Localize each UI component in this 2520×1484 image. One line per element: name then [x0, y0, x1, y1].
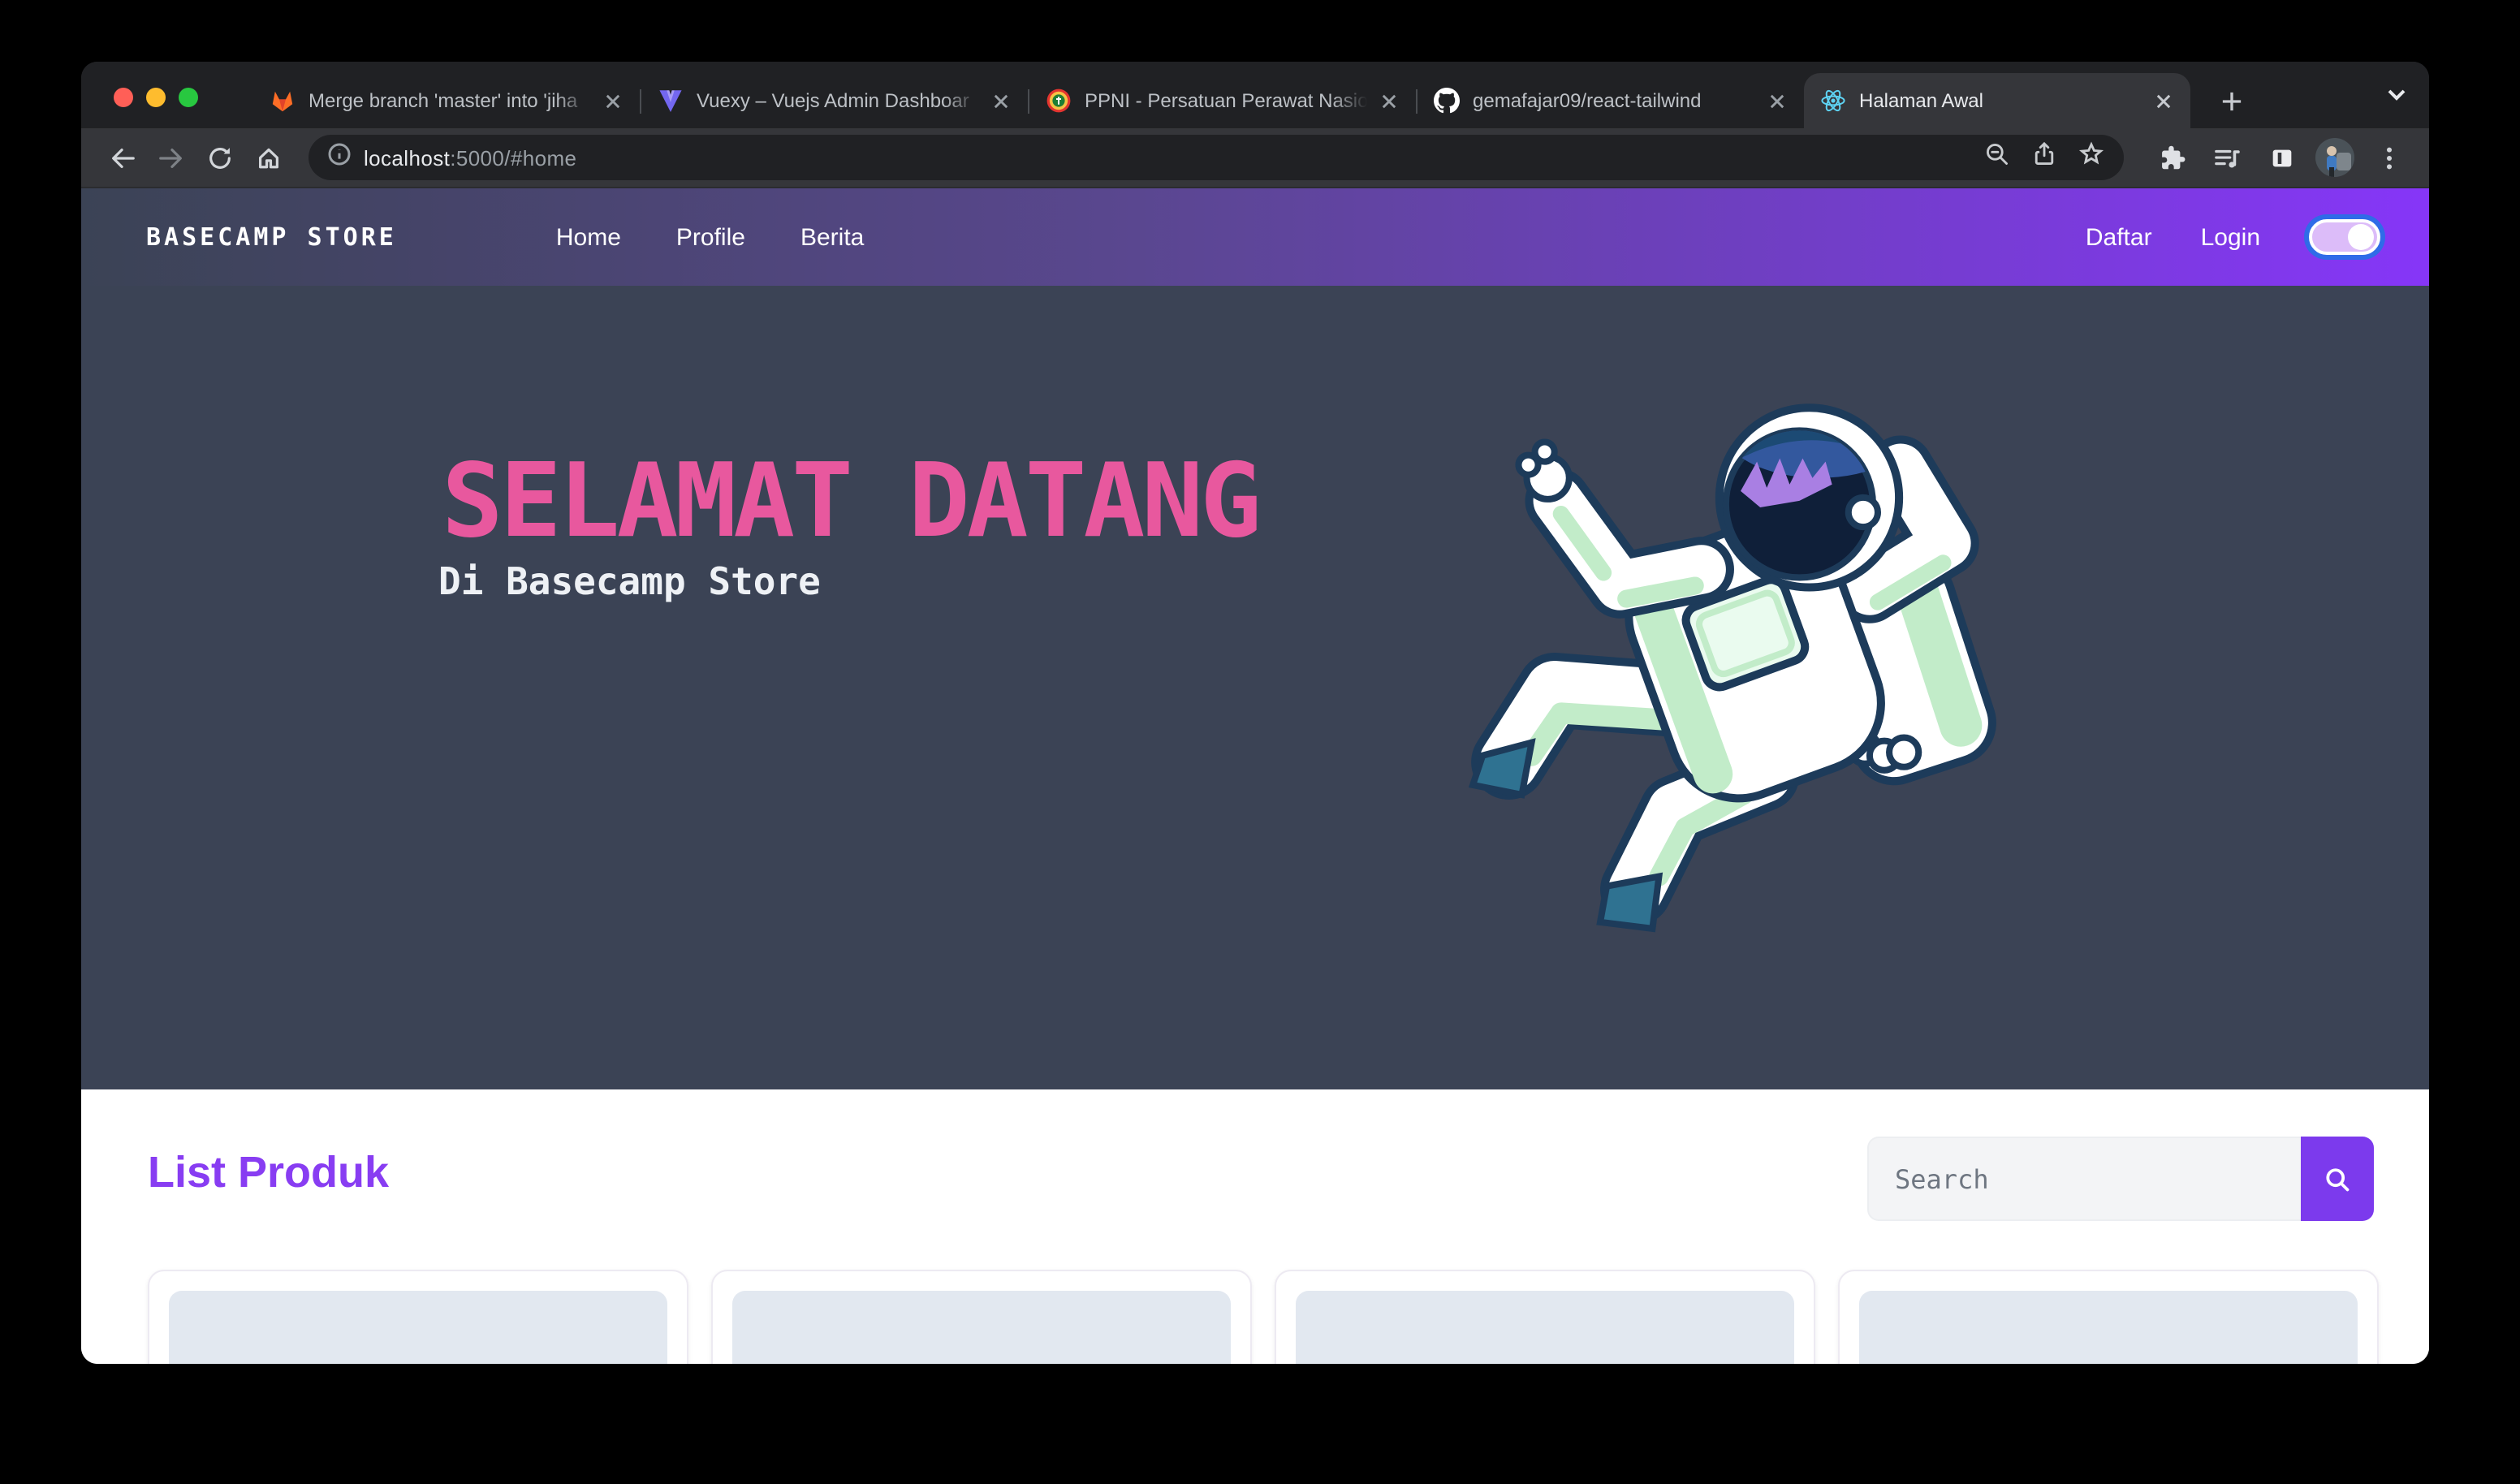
- tabs-container: Merge branch 'master' into 'jiha Vuexy – …: [253, 73, 2252, 128]
- theme-toggle[interactable]: [2309, 219, 2380, 255]
- tab-title: Merge branch 'master' into 'jiha: [309, 88, 591, 114]
- product-card[interactable]: [1838, 1270, 2379, 1364]
- tab-close-icon[interactable]: [599, 87, 627, 114]
- page-viewport: BASECAMP STORE Home Profile Berita Daftar L…: [81, 188, 2429, 1364]
- browser-toolbar: localhost:5000/#home: [81, 128, 2429, 188]
- browser-tab[interactable]: Halaman Awal: [1804, 73, 2190, 128]
- products-heading: List Produk: [148, 1148, 389, 1198]
- close-window-button[interactable]: [114, 88, 133, 107]
- brand-logo[interactable]: BASECAMP STORE: [146, 222, 397, 252]
- bookmark-star-icon[interactable]: [2078, 140, 2104, 175]
- search-bar: [1867, 1137, 2374, 1221]
- url-text[interactable]: localhost:5000/#home: [364, 145, 576, 170]
- browser-tab[interactable]: gemafajar09/react-tailwind: [1418, 73, 1804, 128]
- home-icon[interactable]: [247, 136, 289, 179]
- nav-actions: Daftar Login: [2086, 219, 2403, 255]
- product-card-grid: [148, 1270, 2379, 1364]
- github-favicon: [1434, 88, 1460, 114]
- nav-action-daftar[interactable]: Daftar: [2086, 223, 2152, 251]
- reload-icon[interactable]: [198, 136, 240, 179]
- browser-tab[interactable]: Merge branch 'master' into 'jiha: [253, 73, 640, 128]
- product-image-placeholder: [169, 1291, 667, 1364]
- vuexy-favicon: [658, 88, 684, 114]
- zoom-icon[interactable]: [1984, 140, 2010, 175]
- menu-dots-icon[interactable]: [2367, 136, 2410, 179]
- nav-link-home[interactable]: Home: [556, 223, 621, 251]
- tab-strip: Merge branch 'master' into 'jiha Vuexy – …: [81, 62, 2429, 128]
- tab-title: PPNI - Persatuan Perawat Nasio: [1085, 88, 1367, 114]
- browser-window: Merge branch 'master' into 'jiha Vuexy – …: [81, 62, 2429, 1364]
- tab-title: Halaman Awal: [1859, 88, 2142, 114]
- nav-link-profile[interactable]: Profile: [676, 223, 745, 251]
- tab-search-chevron-icon[interactable]: [2385, 83, 2408, 114]
- react-favicon: [1820, 88, 1846, 114]
- product-card[interactable]: [711, 1270, 1252, 1364]
- back-icon[interactable]: [101, 136, 143, 179]
- product-image-placeholder: [1296, 1291, 1794, 1364]
- tab-close-icon[interactable]: [1763, 87, 1791, 114]
- minimize-window-button[interactable]: [146, 88, 166, 107]
- hero-section: SELAMAT DATANG Di Basecamp Store: [81, 286, 2429, 1089]
- hero-subtitle: Di Basecamp Store: [438, 562, 821, 604]
- new-tab-button[interactable]: [2210, 80, 2252, 122]
- site-info-icon[interactable]: [328, 142, 351, 173]
- side-panel-icon[interactable]: [2260, 136, 2302, 179]
- search-button[interactable]: [2301, 1137, 2374, 1221]
- nav-action-login[interactable]: Login: [2201, 223, 2260, 251]
- product-image-placeholder: [732, 1291, 1231, 1364]
- profile-avatar[interactable]: [2315, 138, 2354, 177]
- tab-close-icon[interactable]: [1375, 87, 1403, 114]
- toggle-knob: [2348, 224, 2374, 250]
- address-bar[interactable]: localhost:5000/#home: [309, 135, 2124, 180]
- search-icon: [2324, 1165, 2351, 1193]
- nav-links: Home Profile Berita: [556, 223, 864, 251]
- tab-title: gemafajar09/react-tailwind: [1473, 88, 1755, 114]
- tab-close-icon[interactable]: [987, 87, 1015, 114]
- nav-link-berita[interactable]: Berita: [800, 223, 864, 251]
- browser-tab[interactable]: PPNI - Persatuan Perawat Nasio: [1029, 73, 1416, 128]
- ppni-favicon: [1046, 88, 1072, 114]
- product-card[interactable]: [1275, 1270, 1815, 1364]
- products-section: List Produk: [81, 1089, 2429, 1364]
- extensions-puzzle-icon[interactable]: [2150, 136, 2192, 179]
- browser-tab[interactable]: Vuexy – Vuejs Admin Dashboar: [641, 73, 1028, 128]
- tab-close-icon[interactable]: [2150, 87, 2177, 114]
- product-card[interactable]: [148, 1270, 688, 1364]
- product-image-placeholder: [1859, 1291, 2358, 1364]
- astronaut-illustration: [1453, 370, 2025, 942]
- search-input[interactable]: [1867, 1137, 2301, 1221]
- site-navbar: BASECAMP STORE Home Profile Berita Daftar L…: [81, 188, 2429, 286]
- share-icon[interactable]: [2031, 140, 2057, 175]
- forward-icon[interactable]: [149, 136, 192, 179]
- gitlab-favicon: [270, 88, 296, 114]
- window-controls: [114, 88, 198, 107]
- maximize-window-button[interactable]: [179, 88, 198, 107]
- tab-title: Vuexy – Vuejs Admin Dashboar: [697, 88, 979, 114]
- playlist-icon[interactable]: [2205, 136, 2247, 179]
- hero-title: SELAMAT DATANG: [442, 442, 1258, 560]
